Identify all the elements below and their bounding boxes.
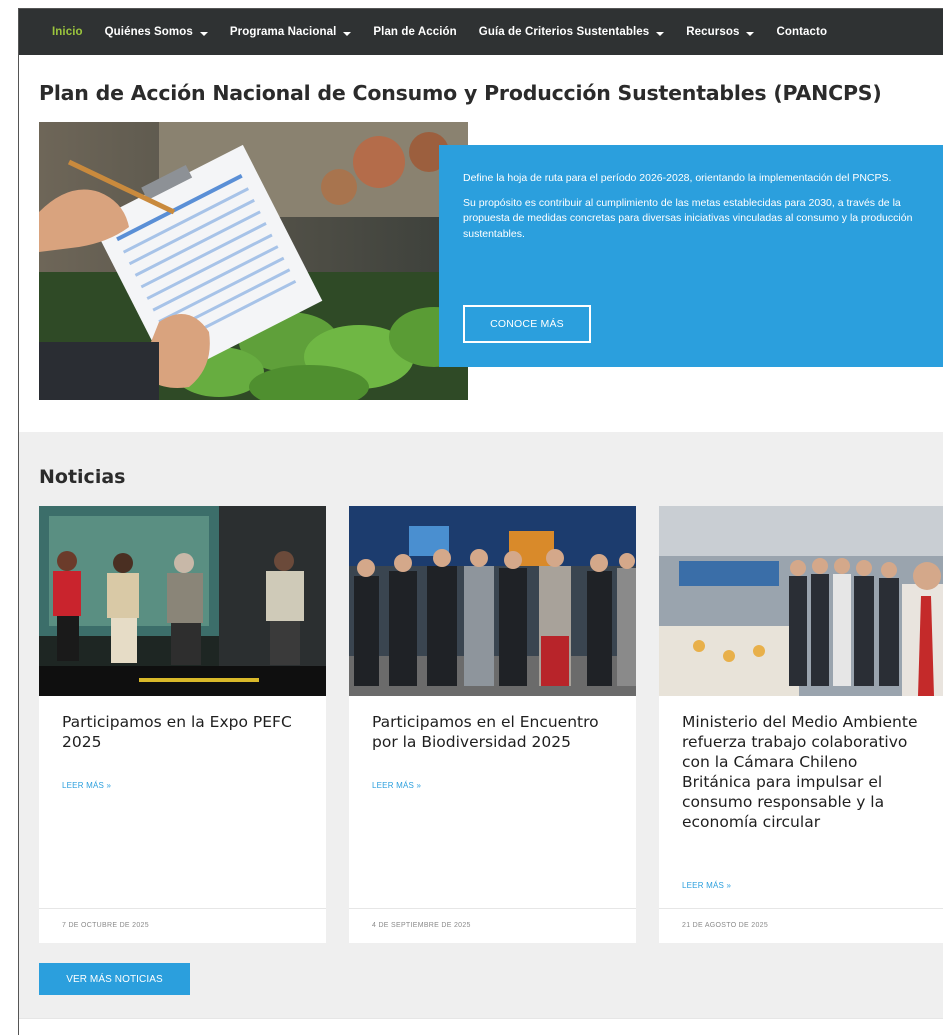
divider bbox=[19, 1018, 943, 1019]
nav-item-contacto[interactable]: Contacto bbox=[776, 26, 827, 38]
news-card-image[interactable] bbox=[349, 506, 636, 696]
nav-item-programa-nacional[interactable]: Programa Nacional bbox=[230, 26, 352, 38]
nav-item-quienes-somos[interactable]: Quiénes Somos bbox=[105, 26, 208, 38]
news-card-footer: 4 DE SEPTIEMBRE DE 2025 bbox=[349, 908, 636, 943]
ver-mas-noticias-button[interactable]: VER MÁS NOTICIAS bbox=[39, 963, 190, 995]
nav-item-guia-criterios[interactable]: Guía de Criterios Sustentables bbox=[478, 26, 665, 38]
read-more-link[interactable]: LEER MÁS » bbox=[682, 881, 731, 890]
main-nav: Inicio Quiénes Somos Programa Nacional P… bbox=[19, 9, 943, 55]
nav-item-label: Plan de Acción bbox=[373, 26, 457, 38]
browser-page: Inicio Quiénes Somos Programa Nacional P… bbox=[18, 8, 943, 1035]
nav-item-label: Quiénes Somos bbox=[104, 26, 193, 38]
news-section: Noticias Participamos en la Expo PEFC 20… bbox=[19, 432, 943, 1018]
news-card-date: 21 DE AGOSTO DE 2025 bbox=[682, 922, 769, 929]
conoce-mas-button[interactable]: CONOCE MÁS bbox=[463, 305, 591, 343]
nav-item-label: Guía de Criterios Sustentables bbox=[478, 26, 650, 38]
news-card-title[interactable]: Participamos en el Encuentro por la Biod… bbox=[372, 712, 617, 752]
nav-item-label: Inicio bbox=[52, 26, 83, 38]
news-card[interactable]: Participamos en la Expo PEFC 2025 LEER M… bbox=[39, 506, 326, 943]
nav-item-label: Programa Nacional bbox=[229, 26, 337, 38]
news-card-title[interactable]: Participamos en la Expo PEFC 2025 bbox=[62, 712, 307, 752]
caret-down-icon bbox=[746, 32, 755, 36]
read-more-link[interactable]: LEER MÁS » bbox=[372, 781, 421, 790]
news-card-image[interactable] bbox=[659, 506, 943, 696]
nav-item-label: Recursos bbox=[686, 26, 740, 38]
hero-image bbox=[39, 122, 468, 400]
news-card-date: 4 DE SEPTIEMBRE DE 2025 bbox=[372, 922, 471, 929]
news-card-image[interactable] bbox=[39, 506, 326, 696]
caret-down-icon bbox=[343, 32, 352, 36]
nav-item-recursos[interactable]: Recursos bbox=[686, 26, 755, 38]
caret-down-icon bbox=[656, 32, 665, 36]
nav-item-plan-de-accion[interactable]: Plan de Acción bbox=[373, 26, 456, 38]
news-card-footer: 7 DE OCTUBRE DE 2025 bbox=[39, 908, 326, 943]
hero-paragraph-2: Su propósito es contribuir al cumplimien… bbox=[463, 196, 913, 240]
caret-down-icon bbox=[199, 32, 208, 36]
news-card-date: 7 DE OCTUBRE DE 2025 bbox=[62, 922, 149, 929]
page-title: Plan de Acción Nacional de Consumo y Pro… bbox=[39, 81, 882, 105]
news-card[interactable]: Participamos en el Encuentro por la Biod… bbox=[349, 506, 636, 943]
read-more-link[interactable]: LEER MÁS » bbox=[62, 781, 111, 790]
nav-item-label: Contacto bbox=[776, 26, 828, 38]
hero-paragraph-1: Define la hoja de ruta para el período 2… bbox=[463, 172, 892, 184]
nav-item-inicio[interactable]: Inicio bbox=[52, 26, 83, 38]
news-card-footer: 21 DE AGOSTO DE 2025 bbox=[659, 908, 943, 943]
news-card-title[interactable]: Ministerio del Medio Ambiente refuerza t… bbox=[682, 712, 927, 832]
news-card[interactable]: Ministerio del Medio Ambiente refuerza t… bbox=[659, 506, 943, 943]
news-heading: Noticias bbox=[39, 466, 126, 488]
hero-info-box: Define la hoja de ruta para el período 2… bbox=[439, 145, 943, 367]
